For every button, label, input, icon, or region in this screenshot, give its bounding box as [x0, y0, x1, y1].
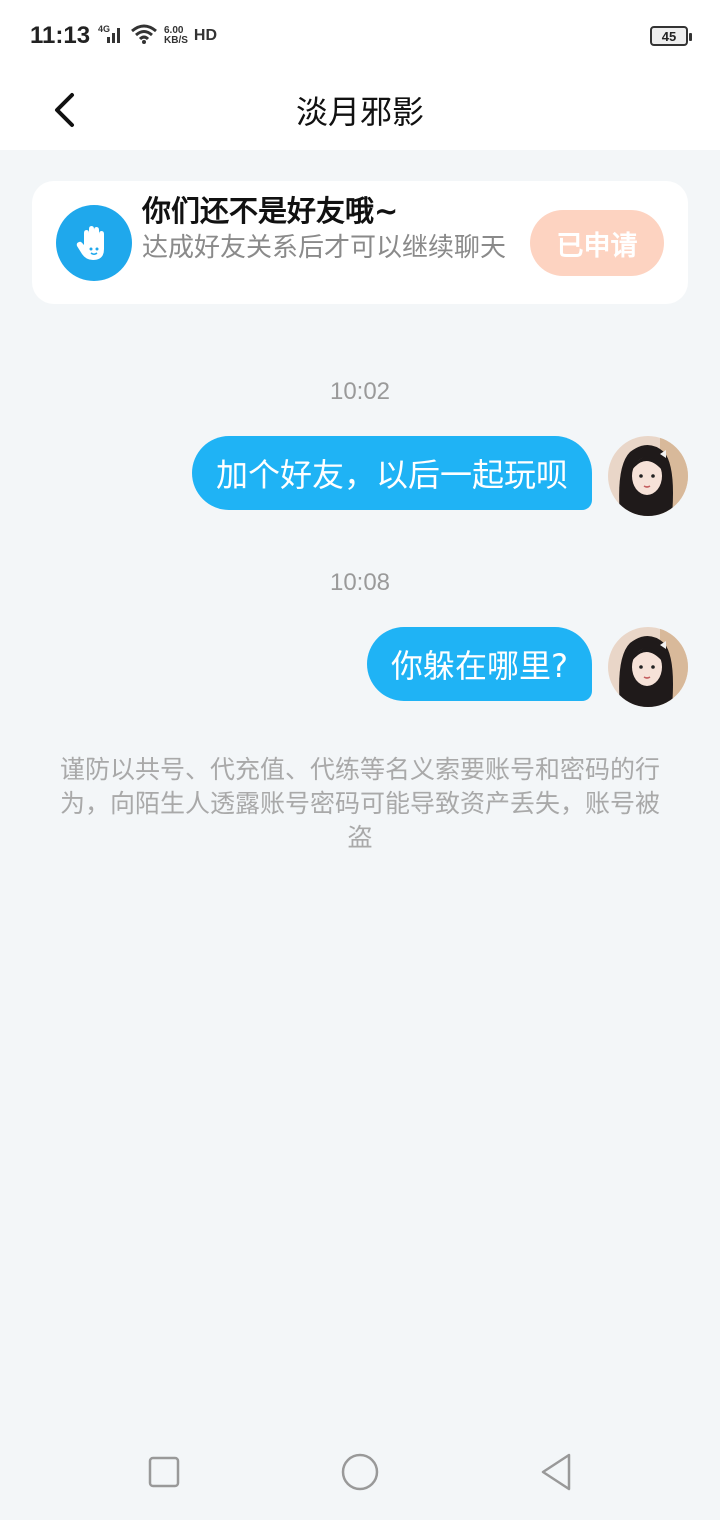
hd-icon: HD [193, 27, 218, 44]
wifi-icon [130, 23, 158, 49]
speed-unit: KB/S [164, 35, 188, 46]
back-button[interactable] [36, 80, 92, 140]
chat-header: 淡月邪影 [0, 70, 720, 150]
square-icon [148, 1456, 180, 1488]
notice-subtitle: 达成好友关系后才可以继续聊天 [142, 233, 507, 263]
message-bubble[interactable]: 加个好友，以后一起玩呗 [191, 436, 592, 510]
back-nav-button[interactable] [532, 1450, 580, 1494]
battery-icon: 45 [650, 26, 692, 46]
avatar[interactable] [608, 436, 688, 516]
system-nav-bar [0, 1430, 720, 1520]
message-timestamp: 10:08 [329, 569, 391, 596]
message-timestamp: 10:02 [329, 378, 391, 405]
notice-title: 你们还不是好友哦~ [142, 194, 399, 228]
status-bar: 11:13 4G 6.00 KB/S HD 45 [0, 0, 720, 70]
home-button[interactable] [336, 1450, 384, 1494]
network-speed: 6.00 KB/S [164, 26, 188, 46]
chevron-left-icon [55, 93, 74, 127]
status-time: 11:13 [30, 22, 91, 49]
avatar[interactable] [608, 627, 688, 707]
safety-warning: 谨防以共号、代充值、代练等名义索要账号和密码的行为，向陌生人透露账号密码可能导致… [60, 755, 661, 852]
circle-icon [341, 1453, 379, 1491]
battery-level: 45 [661, 28, 677, 44]
wave-hand-icon [56, 205, 132, 281]
friend-notice-card: 你们还不是好友哦~ 达成好友关系后才可以继续聊天 已申请 [32, 181, 688, 304]
network-type: 4G [98, 24, 110, 34]
avatar-image [608, 627, 688, 707]
applied-button[interactable]: 已申请 [530, 210, 664, 276]
page-title: 淡月邪影 [295, 93, 424, 131]
signal-icon: 4G [98, 23, 124, 49]
message-bubble[interactable]: 你躲在哪里? [367, 627, 592, 701]
status-icons: 4G 6.00 KB/S HD [98, 22, 217, 50]
avatar-image [608, 436, 688, 516]
triangle-back-icon [541, 1453, 571, 1491]
recents-button[interactable] [140, 1450, 188, 1494]
